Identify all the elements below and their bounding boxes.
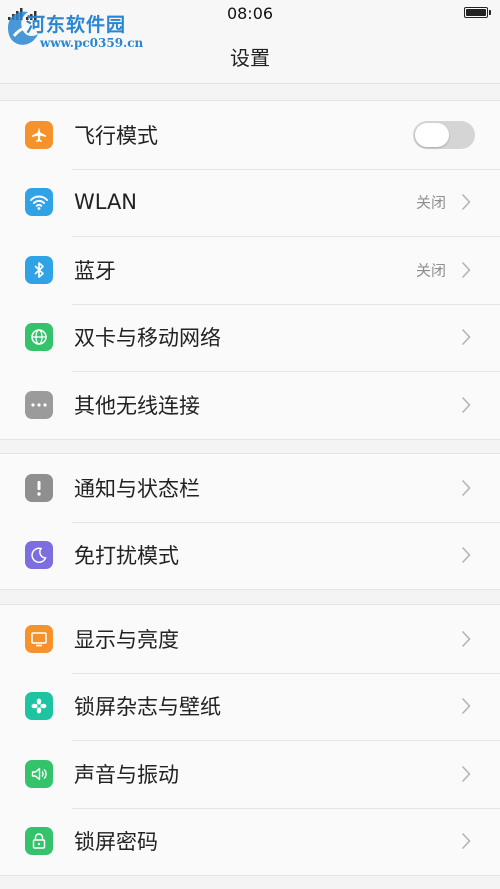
settings-item-bluetooth[interactable]: 蓝牙 关闭 [0, 236, 500, 304]
chevron-right-icon [461, 194, 471, 211]
bluetooth-icon [25, 255, 53, 284]
settings-item-display-brightness[interactable]: 显示与亮度 [0, 605, 500, 673]
settings-item-label: 显示与亮度 [74, 627, 179, 652]
battery-icon [464, 7, 491, 18]
settings-item-label: 其他无线连接 [74, 393, 200, 418]
chevron-right-icon [461, 396, 471, 413]
chevron-right-icon [461, 630, 471, 647]
settings-item-sound-vibration[interactable]: 声音与振动 [0, 740, 500, 808]
settings-item-lockscreen-wallpaper[interactable]: 锁屏杂志与壁纸 [0, 672, 500, 741]
airplane-mode-toggle[interactable] [413, 120, 475, 149]
settings-item-label: 锁屏杂志与壁纸 [74, 695, 221, 720]
watermark-title: 河东软件园 [26, 14, 127, 36]
chevron-right-icon [461, 698, 471, 715]
settings-item-wlan[interactable]: WLAN 关闭 [0, 168, 500, 237]
monitor-icon [25, 624, 53, 653]
chevron-right-icon [461, 547, 471, 564]
globe-icon [25, 323, 53, 352]
settings-item-do-not-disturb[interactable]: 免打扰模式 [0, 521, 500, 590]
settings-item-notifications-status-bar[interactable]: 通知与状态栏 [0, 454, 500, 522]
settings-group-notifications: 通知与状态栏 免打扰模式 [0, 453, 500, 590]
more-dots-icon [25, 390, 53, 419]
chevron-right-icon [461, 833, 471, 850]
moon-icon [25, 541, 53, 570]
watermark-url: www.pc0359.cn [40, 36, 144, 50]
chevron-right-icon [461, 479, 471, 496]
chevron-right-icon [461, 261, 471, 278]
speaker-icon [25, 759, 53, 788]
settings-group-connectivity: 飞行模式 WLAN 关闭 蓝牙 关闭 双卡与移动网络 其他无线连接 [0, 100, 500, 440]
settings-item-label: 通知与状态栏 [74, 476, 200, 501]
chevron-right-icon [461, 765, 471, 782]
settings-item-label: 声音与振动 [74, 762, 179, 787]
settings-item-label: 免打扰模式 [74, 544, 179, 569]
settings-item-label: 飞行模式 [74, 123, 158, 148]
exclamation-icon [25, 473, 53, 502]
wlan-status: 关闭 [415, 193, 446, 212]
settings-item-label: 蓝牙 [74, 258, 116, 283]
settings-item-other-wireless[interactable]: 其他无线连接 [0, 371, 500, 439]
bluetooth-status: 关闭 [415, 261, 446, 280]
airplane-icon [25, 120, 53, 149]
settings-item-airplane-mode[interactable]: 飞行模式 [0, 101, 500, 169]
chevron-right-icon [461, 329, 471, 346]
settings-group-display-sound: 显示与亮度 锁屏杂志与壁纸 声音与振动 锁屏密码 [0, 604, 500, 876]
wifi-icon [25, 188, 53, 217]
settings-item-lockscreen-password[interactable]: 锁屏密码 [0, 807, 500, 876]
settings-item-dual-sim-network[interactable]: 双卡与移动网络 [0, 303, 500, 372]
settings-item-label: WLAN [74, 190, 138, 215]
settings-item-label: 双卡与移动网络 [74, 326, 221, 351]
settings-item-label: 锁屏密码 [74, 830, 158, 855]
flower-icon [25, 692, 53, 721]
lock-icon [25, 827, 53, 856]
